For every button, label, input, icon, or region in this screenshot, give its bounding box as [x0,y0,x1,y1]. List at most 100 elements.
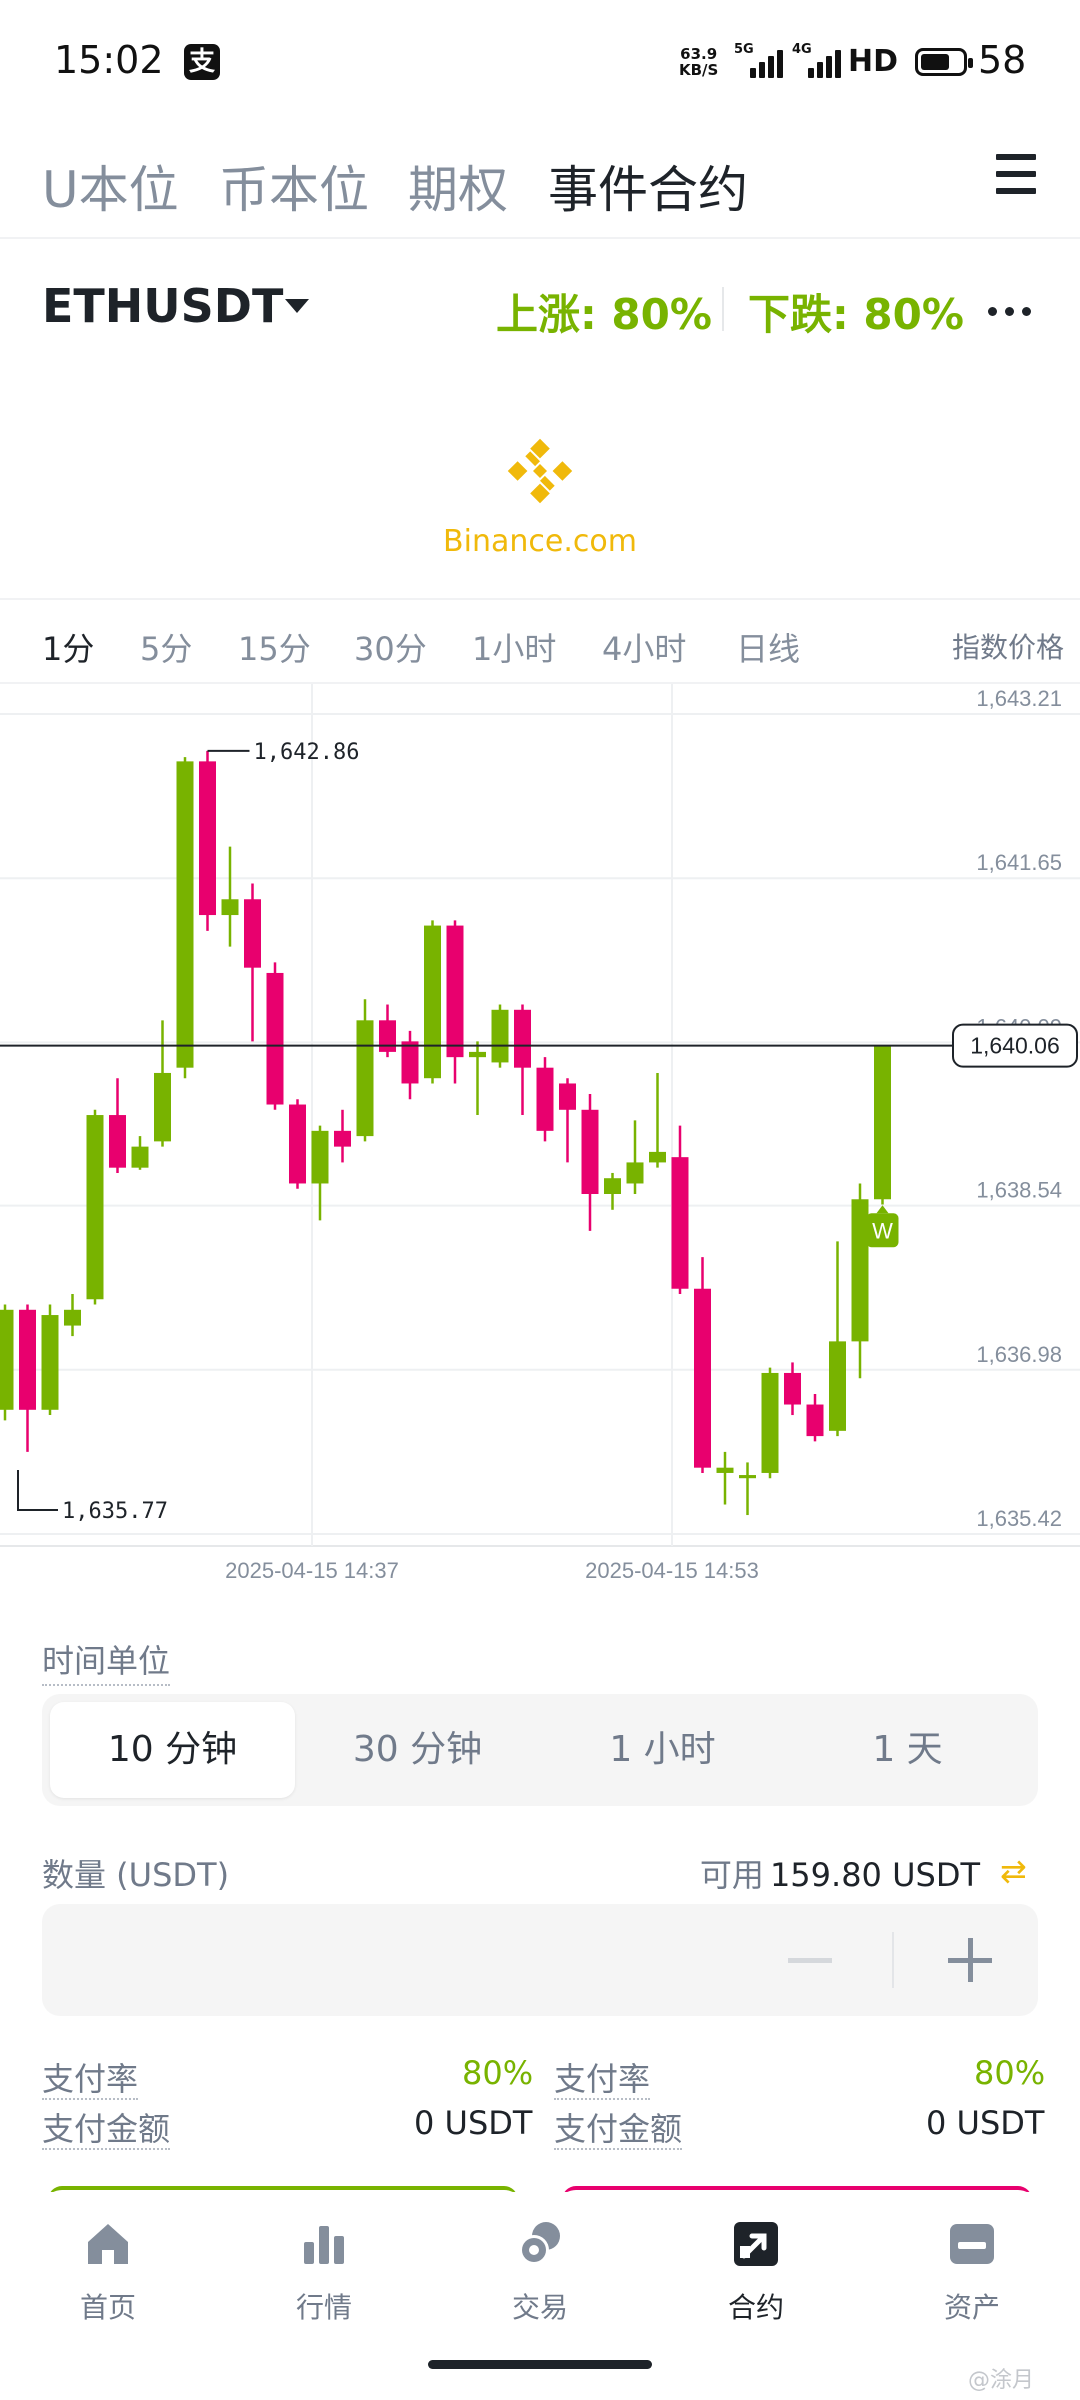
divider [722,287,724,331]
time-unit-label: 时间单位 [42,1636,171,1686]
battery-level: 58 [978,38,1027,82]
hamburger-menu-icon[interactable] [996,154,1036,194]
symbol-header: ETHUSDT 上涨: 80% 下跌: 80% [0,239,1080,349]
interval-15m[interactable]: 15分 [238,624,311,670]
alipay-notification-icon: 支 [184,44,220,80]
interval-1h[interactable]: 1小时 [472,624,556,670]
interval-30m[interactable]: 30分 [354,624,427,670]
interval-5m[interactable]: 5分 [140,624,192,670]
low-marker-line [17,1470,58,1511]
candle-body [424,925,441,1079]
index-price-toggle[interactable]: 指数价格 [952,626,1064,666]
candle-body [716,1467,734,1473]
interval-4h[interactable]: 4小时 [602,624,686,670]
interval-1m[interactable]: 1分 [42,624,94,670]
right-payout-amount-label: 支付金额 [554,2110,683,2150]
home-icon [88,2224,128,2264]
right-payout-rate-value: 80% [974,2054,1046,2092]
candle-body [536,1067,554,1131]
time-unit-selector: 10 分钟 30 分钟 1 小时 1 天 [42,1694,1038,1806]
binance-logo-text: Binance.com [443,524,637,559]
right-payout-rate-label: 支付率 [554,2060,651,2100]
nav-markets[interactable]: 行情 [254,2218,394,2326]
available-balance: 可用 159.80 USDT [700,1850,980,1896]
up-payout-rate: 上涨: 80% [496,290,712,339]
tab-usdt-margined[interactable]: U本位 [42,150,179,222]
home-indicator[interactable] [428,2360,652,2369]
available-value: 159.80 USDT [769,1856,980,1894]
left-payout-amount-value: 0 USDT [414,2104,533,2142]
candle-body [64,1309,81,1326]
x-axis-tick-label: 2025-04-15 14:53 [585,1558,759,1583]
candle-body [41,1315,59,1410]
decrease-quantity-button[interactable] [788,1958,832,1963]
candle-body [266,972,284,1105]
network-speed-unit: KB/S [679,61,719,79]
wallet-icon [950,2224,994,2264]
tab-coin-margined[interactable]: 币本位 [219,150,369,222]
nav-assets[interactable]: 资产 [902,2218,1042,2326]
battery-icon [915,48,973,76]
candle-body [131,1146,149,1168]
nav-trade[interactable]: 交易 [470,2218,610,2326]
time-unit-10m[interactable]: 10 分钟 [50,1702,295,1798]
current-price-label: 1,640.06 [970,1033,1060,1059]
candlestick-chart[interactable]: 1,643.211,641.651,640.091,638.541,636.98… [0,684,1080,1590]
time-unit-1h[interactable]: 1 小时 [540,1702,785,1798]
left-payout-amount-label: 支付金额 [42,2110,171,2150]
candle-body [176,761,194,1068]
sim1-signal-icon: 5G [734,42,783,78]
nav-trade-label: 交易 [511,2291,568,2324]
time-unit-30m[interactable]: 30 分钟 [295,1702,540,1798]
symbol-selector[interactable]: ETHUSDT [42,279,283,333]
caret-down-icon[interactable] [285,299,309,313]
watermark-text: @涂月 [968,2368,1035,2393]
y-axis-tick-label: 1,635.42 [976,1506,1062,1531]
futures-icon [734,2222,778,2266]
tab-event-contracts[interactable]: 事件合约 [548,150,748,222]
sim2-signal-icon: 4G [792,42,841,78]
network-speed: 63.9 KB/S [679,46,718,78]
w-marker-label: W [872,1218,893,1243]
candle-body [199,761,216,916]
candle-body [0,1309,14,1410]
y-axis-tick-label: 1,636.98 [976,1342,1062,1367]
candle-body [469,1051,486,1058]
product-tabs: U本位 币本位 期权 事件合约 [0,124,1080,239]
candle-body [784,1372,801,1405]
candle-body [581,1109,599,1194]
y-axis-tick-label: 1,641.65 [976,850,1062,875]
tab-options[interactable]: 期权 [408,150,508,222]
nav-home[interactable]: 首页 [38,2218,178,2326]
left-payout-rate-label: 支付率 [42,2060,139,2100]
status-time: 15:02 [54,38,164,82]
quantity-input[interactable] [42,1904,1038,2016]
nav-futures[interactable]: 合约 [686,2218,826,2326]
left-payout-rate-value: 80% [462,2054,534,2092]
candles [0,750,891,1516]
network-speed-value: 63.9 [680,45,718,63]
trade-icon [519,2222,560,2265]
candle-body [289,1104,306,1184]
quantity-label: 数量 (USDT) [42,1856,230,1894]
nav-assets-label: 资产 [943,2291,1000,2324]
chart-watermark-logo: Binance.com [0,420,1080,590]
nav-markets-label: 行情 [295,2291,352,2324]
status-bar: 15:02 支 63.9 KB/S 5G 4G HD 58 [0,0,1080,124]
y-axis-tick-label: 1,638.54 [976,1178,1062,1203]
nav-futures-label: 合约 [727,2291,784,2324]
stepper-divider [892,1932,894,1988]
candle-body [244,899,261,968]
binance-logo-icon [507,438,573,504]
plus-icon [968,1938,973,1982]
candle-body [19,1309,36,1410]
candle-body [671,1157,689,1289]
time-unit-1d[interactable]: 1 天 [785,1702,1030,1798]
more-options-icon[interactable] [988,307,1031,316]
nav-home-label: 首页 [79,2291,136,2324]
interval-1d[interactable]: 日线 [736,624,800,670]
candle-body [874,1045,891,1200]
transfer-icon[interactable]: ⇄ [1000,1852,1027,1890]
candle-body [851,1199,869,1342]
candle-body [446,925,464,1058]
